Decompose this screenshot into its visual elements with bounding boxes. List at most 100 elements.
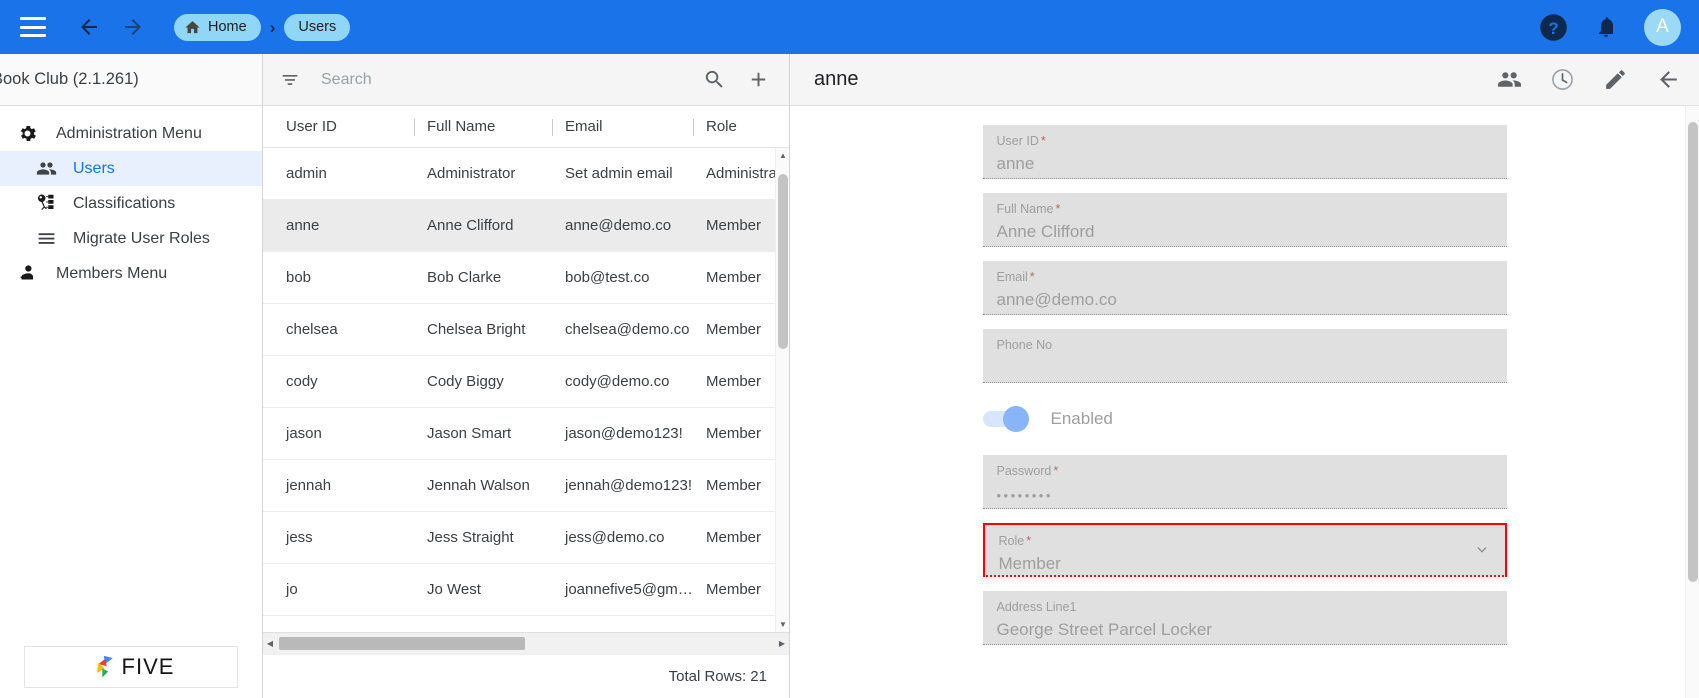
cell-email: jess@demo.co — [565, 529, 665, 546]
cell-email: joannefive5@gmai… — [565, 581, 693, 598]
cell-full-name: Cody Biggy — [427, 373, 504, 390]
cell-email: jennah@demo123! — [565, 477, 692, 494]
table-body: admin Administrator Set admin email Admi… — [263, 148, 789, 632]
table-row[interactable]: jess Jess Straight jess@demo.co Member — [263, 512, 789, 564]
form-vertical-scrollbar[interactable] — [1685, 106, 1699, 698]
top-bar-actions: ? A — [1539, 8, 1681, 46]
history-clock-icon[interactable] — [1550, 67, 1575, 92]
field-user-id[interactable]: User ID * anne — [982, 125, 1507, 179]
cell-full-name: Administrator — [427, 165, 516, 182]
cell-full-name: Anne Clifford — [427, 217, 514, 234]
person-add-icon — [14, 263, 40, 285]
horizontal-scroll-thumb[interactable] — [279, 637, 525, 650]
breadcrumb-label-users: Users — [298, 19, 337, 35]
table-row[interactable]: jennah Jennah Walson jennah@demo123! Mem… — [263, 460, 789, 512]
column-header-full-name[interactable]: Full Name — [414, 118, 552, 136]
table-vertical-scrollbar[interactable]: ▲ ▼ — [775, 148, 789, 632]
field-label: Full Name * — [996, 202, 1061, 216]
page-title: anne — [814, 68, 859, 90]
search-icon[interactable] — [697, 63, 731, 97]
people-icon[interactable] — [1497, 67, 1522, 92]
detail-toolbar — [1497, 67, 1681, 92]
breadcrumb-label-home: Home — [208, 19, 247, 35]
field-address-line1[interactable]: Address Line1 George Street Parcel Locke… — [982, 591, 1507, 645]
scroll-down-arrow-icon[interactable]: ▼ — [776, 617, 789, 632]
cell-email: jason@demo123! — [565, 425, 683, 442]
people-icon — [33, 158, 59, 180]
table-row[interactable]: jason Jason Smart jason@demo123! Member — [263, 408, 789, 460]
sidebar-item-label: Migrate User Roles — [73, 229, 210, 247]
table-horizontal-scrollbar[interactable]: ◀ ▶ — [263, 632, 789, 654]
chevron-down-icon[interactable] — [1473, 541, 1491, 564]
cell-full-name: Jo West — [427, 581, 481, 598]
column-header-label: User ID — [286, 118, 337, 135]
breadcrumb: Home › Users — [174, 13, 351, 41]
users-list-pane: User ID Full Name Email Role admin Admin… — [263, 54, 790, 698]
user-detail-pane: anne User ID * anne Full Name * Anne Cli… — [790, 54, 1699, 698]
sidebar-item-users[interactable]: Users — [0, 151, 262, 186]
sidebar-item-members-menu[interactable]: Members Menu — [0, 256, 262, 291]
field-value: anne@demo.co — [996, 289, 1117, 309]
avatar[interactable]: A — [1644, 8, 1681, 46]
table-header-row: User ID Full Name Email Role — [263, 106, 789, 148]
scroll-up-arrow-icon[interactable]: ▲ — [776, 148, 789, 163]
table-row[interactable]: cody Cody Biggy cody@demo.co Member — [263, 356, 789, 408]
search-input[interactable] — [321, 70, 697, 89]
column-header-label: Full Name — [427, 118, 496, 135]
sidebar-app-title-text: Book Club (2.1.261) — [0, 70, 139, 88]
field-label: User ID * — [996, 134, 1046, 148]
form-scroll-thumb[interactable] — [1688, 122, 1698, 582]
cell-full-name: Jess Straight — [427, 529, 514, 546]
cell-user-id: chelsea — [286, 321, 338, 338]
cell-full-name: Jennah Walson — [427, 477, 530, 494]
home-icon — [184, 19, 201, 36]
sidebar-item-classifications[interactable]: Classifications — [0, 186, 262, 221]
field-value: •••••••• — [996, 487, 1053, 503]
field-email[interactable]: Email * anne@demo.co — [982, 261, 1507, 315]
five-pinwheel-icon — [96, 655, 113, 678]
table-row[interactable]: bob Bob Clarke bob@test.co Member — [263, 252, 789, 304]
cell-email: cody@demo.co — [565, 373, 670, 390]
plus-icon[interactable] — [741, 63, 775, 97]
breadcrumb-item-home[interactable]: Home — [174, 13, 261, 41]
user-form: User ID * anne Full Name * Anne Clifford E… — [790, 106, 1699, 698]
edit-pencil-icon[interactable] — [1603, 67, 1628, 92]
app-root: Home › Users ? A Book Club (2.1.261) Adm… — [0, 0, 1699, 698]
cell-user-id: bob — [286, 269, 312, 286]
detail-header: anne — [790, 54, 1699, 106]
field-phone-no[interactable]: Phone No — [982, 329, 1507, 383]
table-row[interactable]: jo Jo West joannefive5@gmai… Member — [263, 564, 789, 616]
list-lines-icon — [33, 228, 59, 250]
column-header-user-id[interactable]: User ID — [273, 118, 414, 135]
five-logo: FIVE — [24, 646, 238, 688]
users-table: User ID Full Name Email Role admin Admin… — [263, 106, 789, 654]
field-role[interactable]: Role * Member — [982, 523, 1507, 577]
toggle-knob — [1002, 406, 1029, 432]
arrow-back-icon[interactable] — [72, 10, 106, 44]
sidebar-item-label: Administration Menu — [56, 124, 202, 142]
column-header-label: Email — [565, 118, 603, 135]
field-password[interactable]: Password * •••••••• — [982, 455, 1507, 509]
field-value: Anne Clifford — [996, 221, 1095, 241]
arrow-back-icon[interactable] — [1656, 67, 1681, 92]
sidebar-item-migrate-user-roles[interactable]: Migrate User Roles — [0, 221, 262, 256]
enabled-toggle[interactable] — [982, 406, 1029, 432]
help-circle-icon[interactable]: ? — [1539, 13, 1568, 42]
hamburger-menu-icon[interactable] — [20, 17, 46, 37]
sidebar-item-administration-menu[interactable]: Administration Menu — [0, 116, 262, 151]
scroll-left-arrow-icon[interactable]: ◀ — [263, 639, 277, 648]
table-row[interactable]: chelsea Chelsea Bright chelsea@demo.co M… — [263, 304, 789, 356]
bell-icon[interactable] — [1594, 15, 1618, 39]
arrow-forward-icon[interactable] — [116, 10, 150, 44]
table-row[interactable]: anne Anne Clifford anne@demo.co Member — [263, 200, 789, 252]
table-row[interactable]: admin Administrator Set admin email Admi… — [263, 148, 789, 200]
field-full-name[interactable]: Full Name * Anne Clifford — [982, 193, 1507, 247]
column-header-role[interactable]: Role — [693, 118, 803, 136]
filter-icon[interactable] — [279, 69, 301, 91]
vertical-scroll-thumb[interactable] — [778, 174, 788, 349]
main-body: Book Club (2.1.261) Administration Menu … — [0, 54, 1699, 698]
top-app-bar: Home › Users ? A — [0, 0, 1699, 54]
column-header-email[interactable]: Email — [552, 118, 693, 136]
breadcrumb-item-users[interactable]: Users — [284, 13, 351, 41]
scroll-right-arrow-icon[interactable]: ▶ — [775, 639, 789, 648]
